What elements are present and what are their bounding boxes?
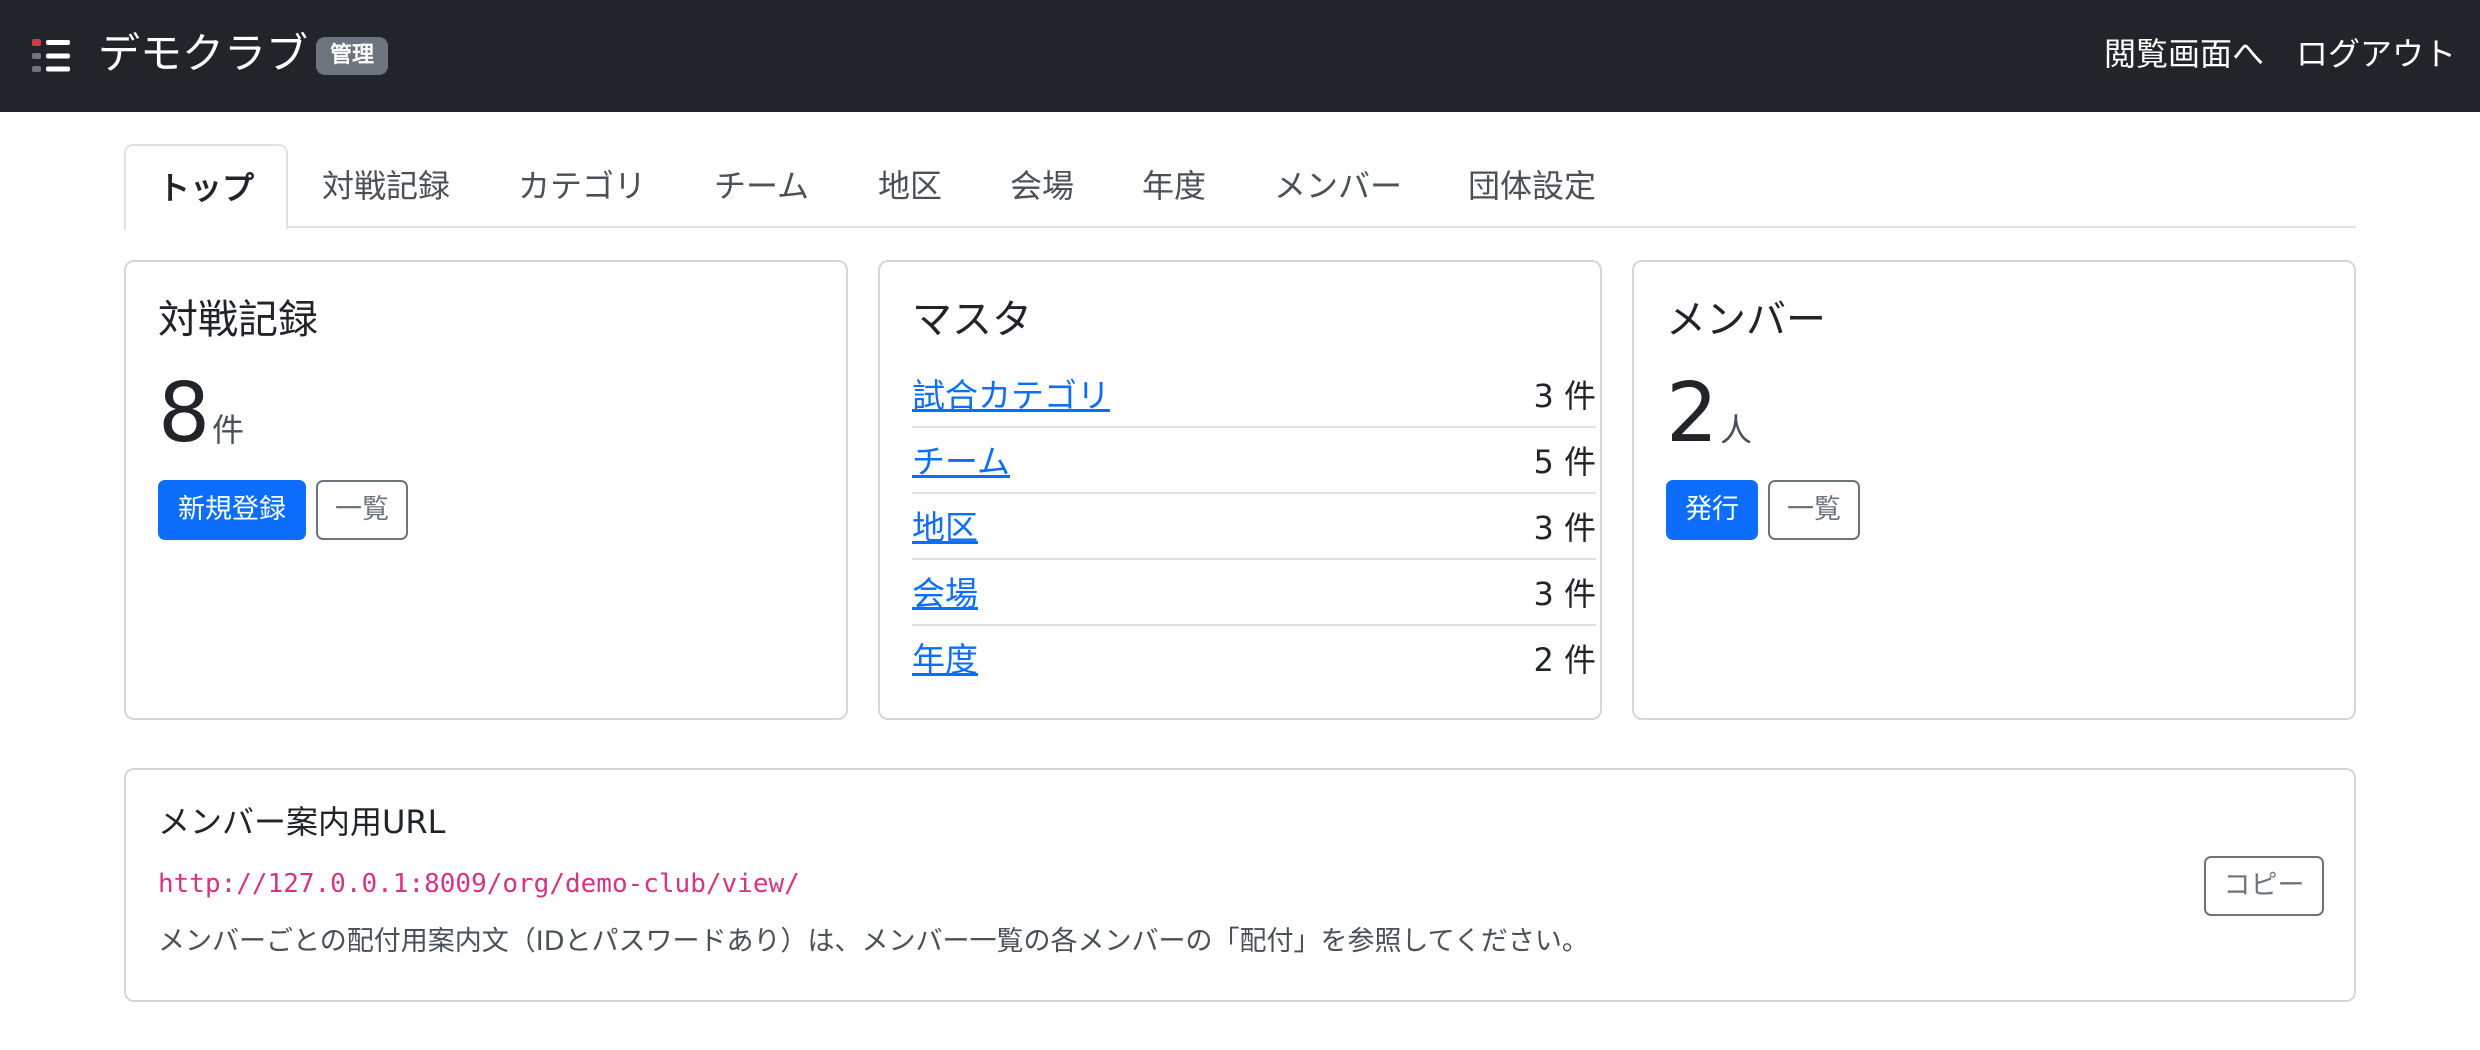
tab-top[interactable]: トップ — [124, 144, 289, 230]
master-row: 試合カテゴリ 3 件 — [912, 362, 1596, 428]
master-count: 3 件 — [1533, 377, 1596, 415]
tab-categories[interactable]: カテゴリ — [518, 144, 646, 228]
member-url-title: メンバー案内用URL — [158, 803, 446, 841]
tab-teams[interactable]: チーム — [714, 144, 809, 228]
tab-members[interactable]: メンバー — [1274, 144, 1402, 228]
tab-venues[interactable]: 会場 — [1010, 144, 1074, 228]
distribution-note: メンバーごとの配付用案内文（IDとパスワードあり）は、メンバー一覧の各メンバーの… — [158, 926, 1589, 957]
members-unit: 人 — [1720, 411, 1753, 449]
members-list-button[interactable]: 一覧 — [1768, 480, 1860, 540]
master-count: 5 件 — [1533, 443, 1596, 481]
members-card-title: メンバー — [1666, 297, 1826, 343]
brand-name[interactable]: デモクラブ — [98, 26, 308, 82]
tab-records[interactable]: 対戦記録 — [322, 144, 450, 228]
master-link-teams[interactable]: チーム — [912, 438, 1010, 486]
records-unit: 件 — [212, 411, 245, 449]
new-record-button[interactable]: 新規登録 — [158, 480, 306, 540]
members-card: メンバー 2 人 発行 一覧 — [1632, 260, 2356, 720]
tab-districts[interactable]: 地区 — [878, 144, 942, 228]
logout-link[interactable]: ログアウト — [2296, 30, 2456, 78]
member-url[interactable]: http://127.0.0.1:8009/org/demo-club/view… — [158, 864, 800, 904]
list-with-red-dot-icon — [32, 39, 70, 72]
copy-url-button[interactable]: コピー — [2204, 856, 2324, 916]
records-card: 対戦記録 8 件 新規登録 一覧 — [124, 260, 848, 720]
members-count: 2 — [1666, 366, 1719, 461]
master-row: 年度 2 件 — [912, 626, 1596, 692]
top-navbar: デモクラブ 管理 閲覧画面へ ログアウト — [0, 0, 2480, 112]
records-card-title: 対戦記録 — [158, 297, 318, 343]
master-row: 会場 3 件 — [912, 560, 1596, 626]
master-card: マスタ 試合カテゴリ 3 件 チーム 5 件 地区 3 件 会場 3 件 年度 … — [878, 260, 1602, 720]
master-count: 3 件 — [1533, 509, 1596, 547]
admin-badge: 管理 — [316, 37, 389, 75]
master-link-categories[interactable]: 試合カテゴリ — [912, 372, 1110, 420]
master-count: 3 件 — [1533, 575, 1596, 613]
master-link-years[interactable]: 年度 — [912, 636, 978, 684]
records-count: 8 — [158, 366, 211, 461]
master-row: 地区 3 件 — [912, 494, 1596, 560]
master-row: チーム 5 件 — [912, 428, 1596, 494]
master-link-districts[interactable]: 地区 — [912, 504, 978, 552]
master-link-venues[interactable]: 会場 — [912, 570, 978, 618]
master-count: 2 件 — [1533, 641, 1596, 679]
tab-org-settings[interactable]: 団体設定 — [1468, 144, 1596, 228]
tab-years[interactable]: 年度 — [1142, 144, 1206, 228]
view-page-link[interactable]: 閲覧画面へ — [2104, 30, 2264, 78]
master-card-title: マスタ — [912, 297, 1032, 343]
member-url-card: メンバー案内用URL http://127.0.0.1:8009/org/dem… — [124, 768, 2356, 1002]
records-list-button[interactable]: 一覧 — [316, 480, 408, 540]
issue-button[interactable]: 発行 — [1666, 480, 1758, 540]
admin-tabs: トップ 対戦記録 カテゴリ チーム 地区 会場 年度 メンバー 団体設定 — [124, 144, 2356, 230]
